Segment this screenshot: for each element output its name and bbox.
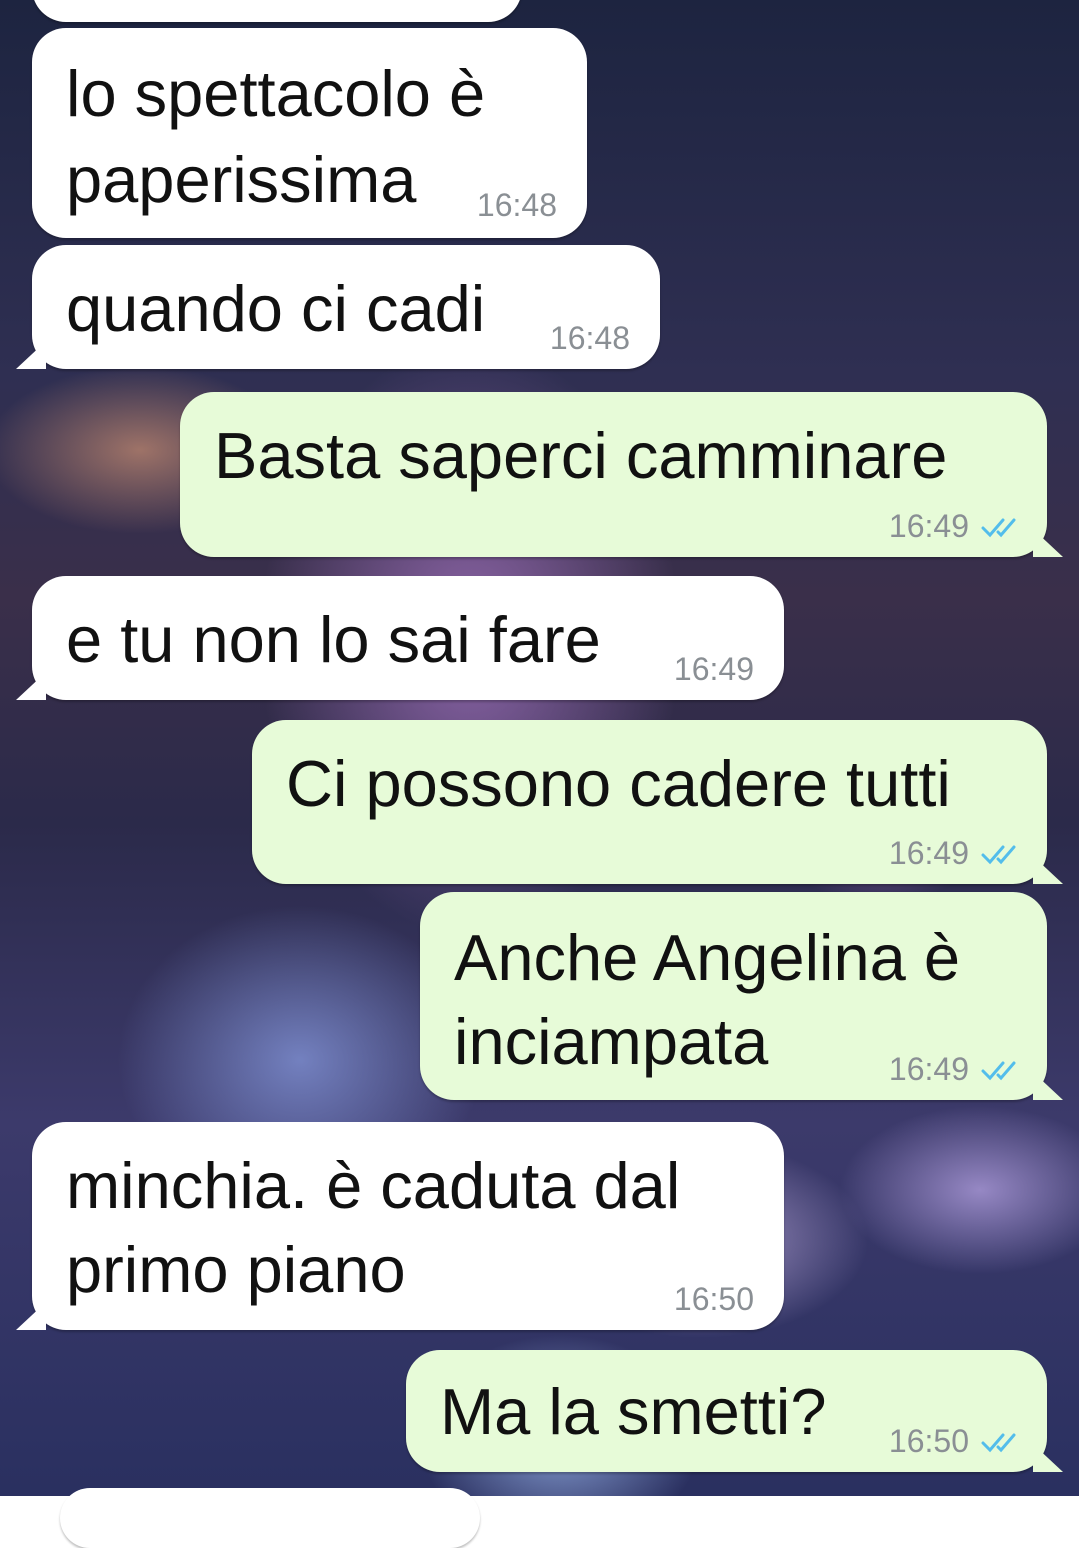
outgoing-message[interactable]: Ma la smetti? 16:50 — [406, 1350, 1063, 1472]
message-bubble-partial-bottom[interactable] — [60, 1488, 480, 1548]
outgoing-message[interactable]: Ci possono cadere tutti 16:49 — [252, 720, 1063, 884]
incoming-message[interactable]: quando ci cadi 16:48 — [16, 245, 660, 369]
message-timestamp: 16:49 — [673, 651, 754, 687]
message-text: minchia. è caduta dal — [66, 1149, 681, 1222]
message-text: quando ci cadi — [66, 272, 486, 345]
message-timestamp: 16:49 — [889, 508, 1027, 545]
message-timestamp: 16:49 — [889, 835, 1027, 872]
read-double-check-icon — [981, 518, 1016, 537]
message-timestamp: 16:48 — [476, 187, 557, 223]
outgoing-message[interactable]: Basta saperci camminare 16:49 — [180, 392, 1063, 557]
message-text: Anche Angelina è — [454, 921, 960, 994]
message-bubble-partial-top[interactable] — [32, 0, 522, 22]
message-text: lo spettacolo è — [66, 57, 486, 130]
message-timestamp: 16:50 — [889, 1423, 1027, 1460]
incoming-message[interactable]: e tu non lo sai fare 16:49 — [16, 576, 784, 700]
message-text: inciampata — [454, 1005, 769, 1078]
outgoing-message[interactable]: Anche Angelina è inciampata 16:49 — [420, 892, 1063, 1100]
incoming-message[interactable]: minchia. è caduta dal primo piano 16:50 — [16, 1122, 784, 1330]
read-double-check-icon — [981, 1433, 1016, 1452]
message-text: primo piano — [66, 1233, 406, 1306]
message-text: Ma la smetti? — [440, 1375, 827, 1448]
message-text: Basta saperci camminare — [214, 419, 948, 492]
message-timestamp: 16:49 — [889, 1051, 1027, 1088]
message-text: Ci possono cadere tutti — [286, 747, 951, 820]
message-timestamp: 16:48 — [549, 320, 630, 356]
incoming-message[interactable]: lo spettacolo è paperissima 16:48 — [32, 28, 587, 238]
read-double-check-icon — [981, 845, 1016, 864]
message-text: e tu non lo sai fare — [66, 603, 601, 676]
message-timestamp: 16:50 — [673, 1281, 754, 1317]
read-double-check-icon — [981, 1061, 1016, 1080]
message-text: paperissima — [66, 143, 417, 216]
